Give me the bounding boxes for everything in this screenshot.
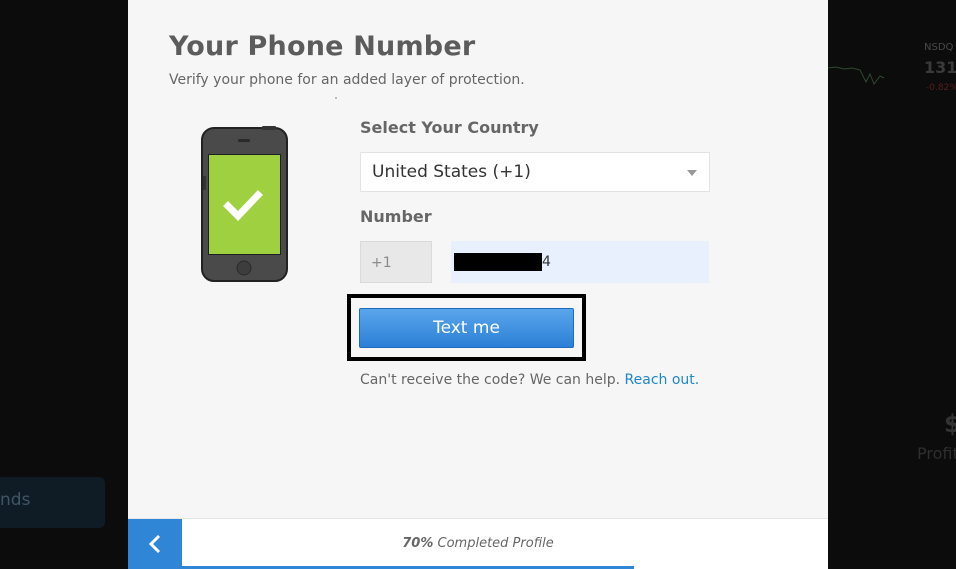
background-amount: $ bbox=[944, 410, 956, 438]
ticker-change: -0.82% bbox=[926, 83, 956, 93]
modal-footer: 70% Completed Profile bbox=[128, 518, 828, 569]
progress-label: Completed Profile bbox=[433, 536, 554, 551]
country-select-value: United States (+1) bbox=[372, 162, 531, 182]
country-code-prefix: +1 bbox=[360, 241, 432, 283]
chevron-left-icon bbox=[148, 534, 161, 554]
help-text: Can't receive the code? We can help. Rea… bbox=[360, 372, 699, 388]
background-ticker: NSDQ 1319 -0.82% bbox=[828, 36, 956, 106]
background-profit-label: Profit bbox=[917, 444, 956, 463]
page-title: Your Phone Number bbox=[169, 31, 476, 62]
caret-down-icon bbox=[687, 170, 697, 176]
page-subtitle: Verify your phone for an added layer of … bbox=[169, 72, 525, 88]
reach-out-link[interactable]: Reach out. bbox=[625, 372, 700, 388]
ticker-symbol: NSDQ bbox=[924, 42, 954, 53]
phone-number-tail: 4 bbox=[542, 254, 551, 270]
back-button[interactable] bbox=[128, 519, 182, 569]
ticker-value: 1319 bbox=[924, 58, 956, 77]
country-select[interactable]: United States (+1) bbox=[360, 152, 710, 192]
text-me-button[interactable]: Text me bbox=[359, 308, 574, 348]
help-message: Can't receive the code? We can help. bbox=[360, 372, 625, 388]
sparkline-icon bbox=[828, 66, 885, 86]
phone-number-input[interactable]: 4 bbox=[451, 241, 709, 283]
progress-percent: 70% bbox=[402, 536, 434, 551]
divider-dot bbox=[335, 97, 337, 99]
number-label: Number bbox=[360, 207, 432, 226]
background-nav-button: nds bbox=[0, 477, 105, 528]
phone-verification-modal: Your Phone Number Verify your phone for … bbox=[128, 0, 828, 569]
redacted-digits bbox=[454, 253, 542, 271]
country-label: Select Your Country bbox=[360, 118, 539, 137]
phone-illustration bbox=[200, 126, 290, 288]
progress-status: 70% Completed Profile bbox=[128, 536, 828, 551]
